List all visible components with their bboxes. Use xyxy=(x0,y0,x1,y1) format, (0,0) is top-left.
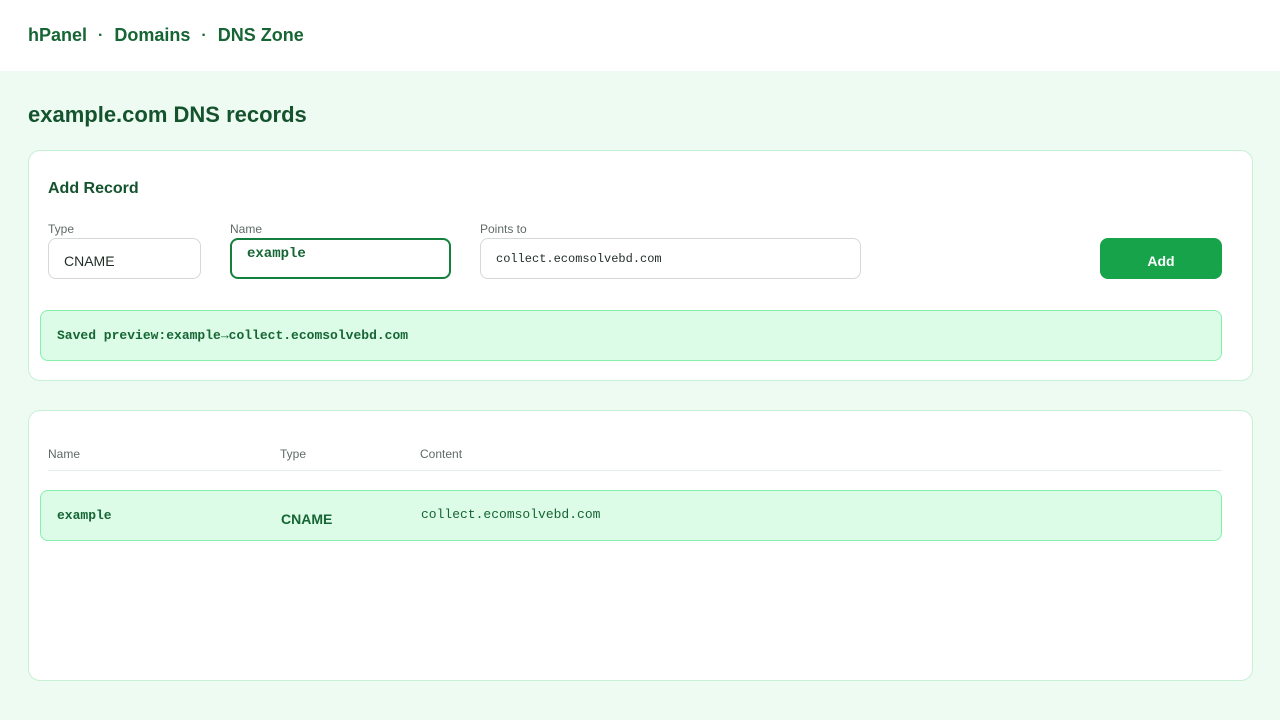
preview-name: example xyxy=(166,328,221,343)
add-record-card: Add Record Type CNAME Name example Point… xyxy=(28,150,1253,381)
add-button[interactable]: Add xyxy=(1100,238,1222,279)
records-card: Name Type Content example CNAME collect.… xyxy=(28,410,1253,681)
table-row[interactable]: example CNAME collect.ecomsolvebd.com xyxy=(40,490,1222,541)
breadcrumb-separator: · xyxy=(201,26,207,44)
column-header-name: Name xyxy=(48,447,81,461)
page-title: example.com DNS records xyxy=(28,102,307,127)
saved-preview: Saved preview: example → collect.ecomsol… xyxy=(40,310,1222,361)
breadcrumb-hpanel[interactable]: hPanel xyxy=(28,25,87,46)
type-select[interactable]: CNAME xyxy=(48,238,201,279)
table-header-divider xyxy=(48,470,1222,471)
record-content: collect.ecomsolvebd.com xyxy=(421,507,601,522)
breadcrumb-dns-zone[interactable]: DNS Zone xyxy=(218,25,304,46)
add-record-title: Add Record xyxy=(48,180,139,197)
name-input[interactable]: example xyxy=(230,238,451,279)
record-type: CNAME xyxy=(281,511,333,527)
points-to-input[interactable]: collect.ecomsolvebd.com xyxy=(480,238,861,279)
column-header-type: Type xyxy=(280,447,307,461)
type-select-value: CNAME xyxy=(64,252,115,269)
preview-label: Saved preview: xyxy=(57,328,167,343)
points-to-input-value: collect.ecomsolvebd.com xyxy=(496,251,662,266)
breadcrumb-domains[interactable]: Domains xyxy=(114,25,190,46)
name-label: Name xyxy=(230,222,263,236)
points-to-label: Points to xyxy=(480,222,527,236)
arrow-right-icon: → xyxy=(220,328,229,343)
column-header-content: Content xyxy=(420,447,463,461)
breadcrumb: hPanel · Domains · DNS Zone xyxy=(28,25,304,46)
top-bar: hPanel · Domains · DNS Zone xyxy=(0,0,1280,71)
type-label: Type xyxy=(48,222,75,236)
preview-target: collect.ecomsolvebd.com xyxy=(228,328,409,343)
name-input-value: example xyxy=(247,246,306,262)
breadcrumb-separator: · xyxy=(98,26,104,44)
record-name: example xyxy=(57,508,112,523)
